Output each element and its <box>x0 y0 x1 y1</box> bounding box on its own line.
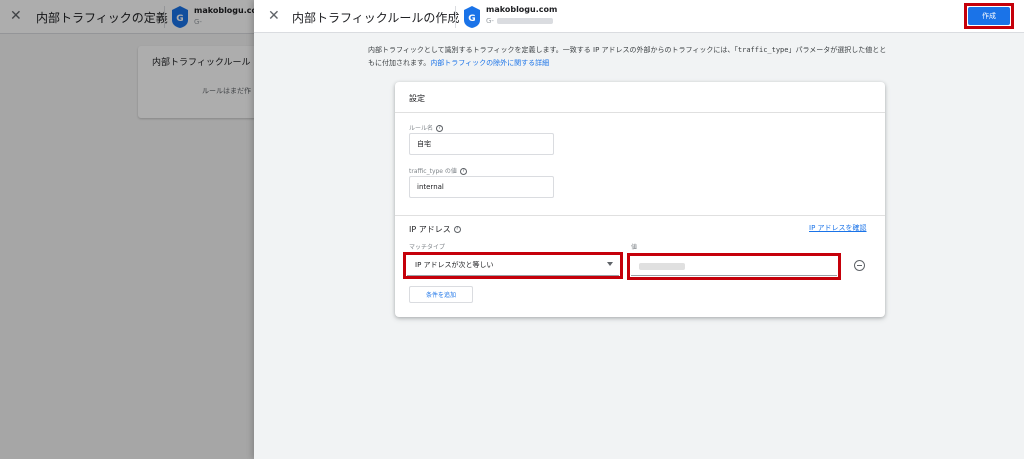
description-text-1: 内部トラフィックとして識別するトラフィックを定義します。一致する IP アドレス… <box>368 46 738 54</box>
settings-divider <box>395 112 885 113</box>
description-code: traffic_type <box>737 46 789 54</box>
help-circle-icon[interactable]: ? <box>453 226 461 233</box>
account-id-prefix: G- <box>486 17 494 25</box>
ip-section-divider <box>395 215 885 216</box>
rule-name-label: ルール名? <box>409 123 444 132</box>
ip-address-heading: IP アドレス? <box>409 224 461 235</box>
ip-value-redacted <box>639 263 685 270</box>
value-label: 値 <box>631 244 638 251</box>
traffic-type-label-text: traffic_type の値 <box>409 168 457 175</box>
check-ip-address-link[interactable]: IP アドレスを確認 <box>809 223 867 233</box>
drawer-header: ✕ 内部トラフィックルールの作成 G makoblogu.com G- 作成 <box>254 0 1024 33</box>
drawer-description: 内部トラフィックとして識別するトラフィックを定義します。一致する IP アドレス… <box>368 44 888 70</box>
traffic-type-input[interactable] <box>409 176 554 198</box>
traffic-type-label: traffic_type の値? <box>409 166 467 175</box>
settings-title: 設定 <box>409 94 425 103</box>
match-type-selected: IP アドレスが次と等しい <box>415 261 494 269</box>
rule-name-input[interactable] <box>409 133 554 155</box>
remove-circle-icon[interactable] <box>854 260 865 271</box>
ip-address-heading-text: IP アドレス <box>409 225 451 234</box>
close-icon[interactable]: ✕ <box>268 8 280 24</box>
add-condition-button[interactable]: 条件を追加 <box>409 286 473 303</box>
ip-value-input[interactable] <box>631 257 837 276</box>
learn-more-link[interactable]: 内部トラフィックの除外に関する詳細 <box>430 59 549 67</box>
drawer-title: 内部トラフィックルールの作成 <box>292 11 460 25</box>
help-circle-icon[interactable]: ? <box>436 125 444 132</box>
analytics-tag-icon: G <box>464 6 480 32</box>
account-id-redacted <box>496 18 553 24</box>
account-name: makoblogu.com <box>486 5 558 14</box>
account-id: G- <box>486 17 553 25</box>
rule-name-label-text: ルール名 <box>409 125 434 132</box>
svg-text:G: G <box>468 14 475 24</box>
match-type-label: マッチタイプ <box>409 244 446 251</box>
help-circle-icon[interactable]: ? <box>459 168 467 175</box>
settings-card: 設定 ルール名? traffic_type の値? IP アドレス? IP アド… <box>395 82 885 317</box>
drawer-header-divider <box>455 6 456 28</box>
match-type-select[interactable]: IP アドレスが次と等しい <box>407 255 619 276</box>
create-rule-drawer: ✕ 内部トラフィックルールの作成 G makoblogu.com G- 作成 内… <box>254 0 1024 459</box>
create-button[interactable]: 作成 <box>968 7 1010 25</box>
caret-down-icon <box>607 262 613 266</box>
modal-scrim[interactable] <box>0 0 254 459</box>
